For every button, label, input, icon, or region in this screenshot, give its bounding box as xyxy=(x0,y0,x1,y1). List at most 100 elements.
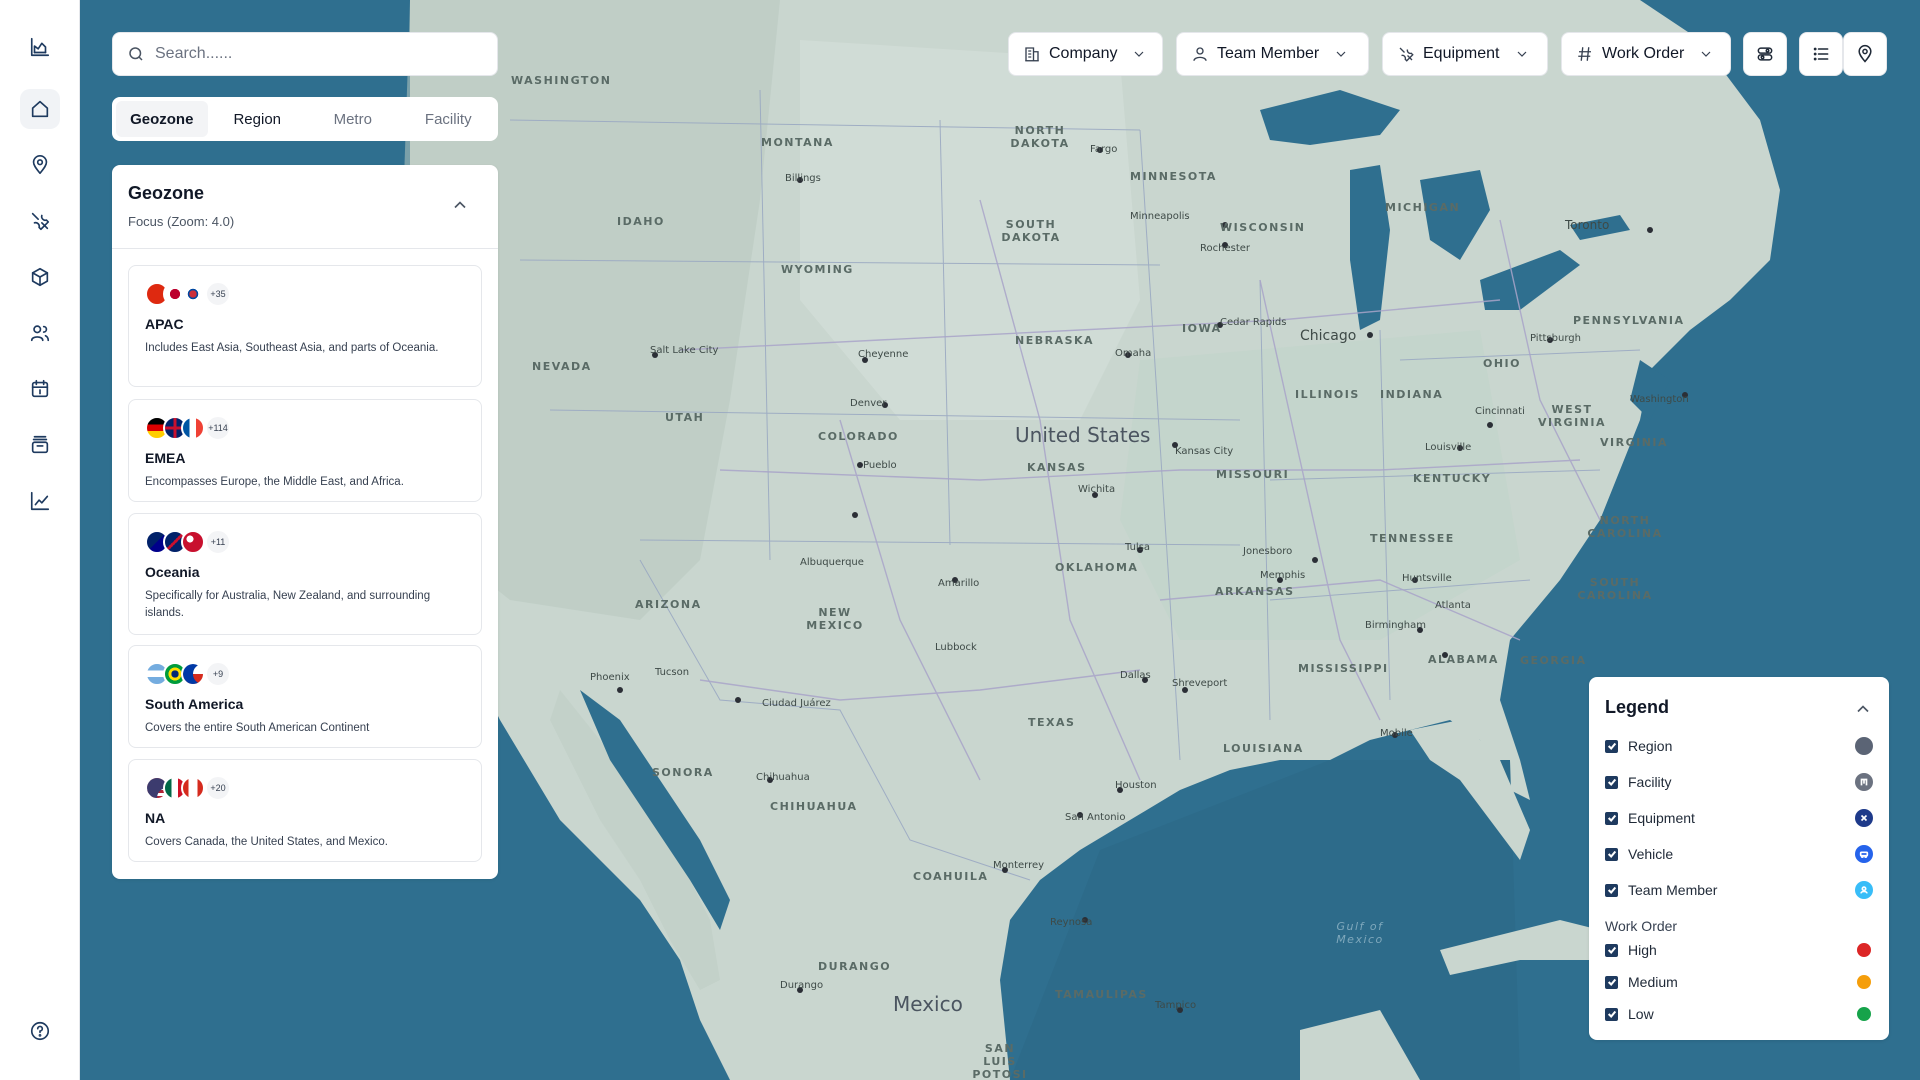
tab-metro[interactable]: Metro xyxy=(307,101,399,137)
geozone-card-na[interactable]: +20 NA Covers Canada, the United States,… xyxy=(128,759,482,862)
checkbox-checked-icon[interactable] xyxy=(1605,975,1618,989)
geozone-card-south-america[interactable]: +9 South America Covers the entire South… xyxy=(128,645,482,748)
search-input[interactable] xyxy=(155,45,485,63)
chevron-down-icon xyxy=(1517,51,1526,57)
calendar-icon[interactable] xyxy=(20,369,60,409)
tab-region[interactable]: Region xyxy=(212,101,304,137)
map-label-state: WASHINGTON xyxy=(511,74,612,87)
map-label-state: COAHUILA xyxy=(913,870,989,883)
location-pin-icon[interactable] xyxy=(20,145,60,185)
checkbox-checked-icon[interactable] xyxy=(1605,883,1618,897)
list-icon xyxy=(1813,47,1829,61)
logo-chart-icon[interactable] xyxy=(20,27,60,67)
map-label-state: IDAHO xyxy=(617,215,665,228)
checkbox-checked-icon[interactable] xyxy=(1605,1007,1618,1021)
users-icon[interactable] xyxy=(20,313,60,353)
search-box[interactable] xyxy=(112,32,498,76)
layers-toggle-button[interactable] xyxy=(1743,32,1787,76)
geozone-description: Encompasses Europe, the Middle East, and… xyxy=(145,476,404,488)
map-label-city: Albuquerque xyxy=(800,557,864,568)
legend-item-medium[interactable]: Medium xyxy=(1605,972,1873,992)
geozone-card-emea[interactable]: +114 EMEA Encompasses Europe, the Middle… xyxy=(128,399,482,502)
legend-item-facility[interactable]: Facility xyxy=(1605,772,1873,792)
box-icon[interactable] xyxy=(20,257,60,297)
team-member-marker-icon xyxy=(1855,881,1873,899)
map-label-state: DURANGO xyxy=(818,960,892,973)
map-label-state: NEW MEXICO xyxy=(806,606,864,632)
vehicle-marker-icon xyxy=(1855,845,1873,863)
list-view-button[interactable] xyxy=(1799,32,1843,76)
map-label-state: WISCONSIN xyxy=(1220,221,1306,234)
geozone-description: Covers the entire South American Contine… xyxy=(145,722,370,734)
legend-item-high[interactable]: High xyxy=(1605,940,1873,960)
chevron-down-icon xyxy=(1336,51,1346,57)
work-order-filter-dropdown[interactable]: Work Order xyxy=(1561,32,1731,76)
legend-item-low[interactable]: Low xyxy=(1605,1004,1873,1024)
company-filter-label: Company xyxy=(1049,45,1118,62)
checkbox-checked-icon[interactable] xyxy=(1605,847,1618,861)
map-label-city: Shreveport xyxy=(1172,678,1228,689)
map-label-city: Toronto xyxy=(1565,218,1610,232)
map-label-state: CHIHUAHUA xyxy=(770,800,858,813)
map-label-city: Jonesboro xyxy=(1243,546,1293,557)
map-view-button[interactable] xyxy=(1843,32,1887,76)
panel-subtitle: Focus (Zoom: 4.0) xyxy=(128,214,235,229)
checkbox-checked-icon[interactable] xyxy=(1605,775,1618,789)
company-filter-dropdown[interactable]: Company xyxy=(1008,32,1163,76)
legend-title: Legend xyxy=(1605,697,1670,717)
team-member-filter-label: Team Member xyxy=(1217,45,1320,62)
map-label-state: MICHIGAN xyxy=(1385,201,1461,214)
south-korea-flag-icon xyxy=(181,282,205,306)
map-label-state: IOWA xyxy=(1182,322,1222,335)
map-label-city: Omaha xyxy=(1115,348,1152,359)
map-label-state: ARKANSAS xyxy=(1215,585,1295,598)
map-label-state: MISSOURI xyxy=(1216,468,1290,481)
map-label-city: Mobile xyxy=(1380,728,1413,739)
flag-group: +35 xyxy=(145,281,465,307)
map-label-city: Chihuahua xyxy=(756,772,810,783)
geozone-card-oceania[interactable]: +11 Oceania Specifically for Australia, … xyxy=(128,513,482,635)
checkbox-checked-icon[interactable] xyxy=(1605,811,1618,825)
hash-icon xyxy=(1578,47,1591,61)
map-label-city: Reynosa xyxy=(1050,917,1093,928)
legend-item-region[interactable]: Region xyxy=(1605,736,1873,756)
home-icon[interactable] xyxy=(20,89,60,129)
legend-item-equipment[interactable]: Equipment xyxy=(1605,808,1873,828)
more-flags-count: +20 xyxy=(205,775,231,801)
tab-facility[interactable]: Facility xyxy=(403,101,495,137)
analytics-icon[interactable] xyxy=(20,481,60,521)
archive-icon[interactable] xyxy=(20,425,60,465)
geozone-panel: Geozone Focus (Zoom: 4.0) +35 APAC Inclu… xyxy=(112,165,498,879)
map-label-state: ALABAMA xyxy=(1428,653,1499,666)
legend-label: Vehicle xyxy=(1628,846,1674,862)
map-label-city: Washington xyxy=(1630,394,1689,405)
scope-tabs: Geozone Region Metro Facility xyxy=(112,97,498,141)
map-label-state: SOUTH DAKOTA xyxy=(1001,218,1061,244)
building-icon xyxy=(1025,47,1039,62)
help-icon[interactable] xyxy=(20,1011,60,1051)
map-label-city: Tampico xyxy=(1155,1000,1197,1011)
tools-icon xyxy=(1399,47,1414,62)
geozone-name: South America xyxy=(145,696,244,712)
team-member-filter-dropdown[interactable]: Team Member xyxy=(1176,32,1369,76)
checkbox-checked-icon[interactable] xyxy=(1605,739,1618,753)
map-label-state: MINNESOTA xyxy=(1130,170,1217,183)
equipment-filter-dropdown[interactable]: Equipment xyxy=(1382,32,1548,76)
legend-item-vehicle[interactable]: Vehicle xyxy=(1605,844,1873,864)
collapse-chevron-up-icon[interactable] xyxy=(450,195,470,215)
geozone-card-apac[interactable]: +35 APAC Includes East Asia, Southeast A… xyxy=(128,265,482,387)
map-label-state: MISSISSIPPI xyxy=(1298,662,1389,675)
map-label-city: San Antonio xyxy=(1065,812,1126,823)
map-label-state: KANSAS xyxy=(1027,461,1087,474)
map-label-state: WYOMING xyxy=(781,263,854,276)
legend-item-team-member[interactable]: Team Member xyxy=(1605,880,1873,900)
location-pin-icon xyxy=(1858,44,1872,63)
map-label-state: COLORADO xyxy=(818,430,899,443)
map-label-state: ILLINOIS xyxy=(1295,388,1360,401)
legend-collapse-chevron-up-icon[interactable] xyxy=(1853,699,1873,719)
tools-icon[interactable] xyxy=(20,201,60,241)
chevron-down-icon xyxy=(1135,51,1144,57)
tab-geozone[interactable]: Geozone xyxy=(116,101,208,137)
checkbox-checked-icon[interactable] xyxy=(1605,943,1618,957)
flag-group: +9 xyxy=(145,661,465,687)
